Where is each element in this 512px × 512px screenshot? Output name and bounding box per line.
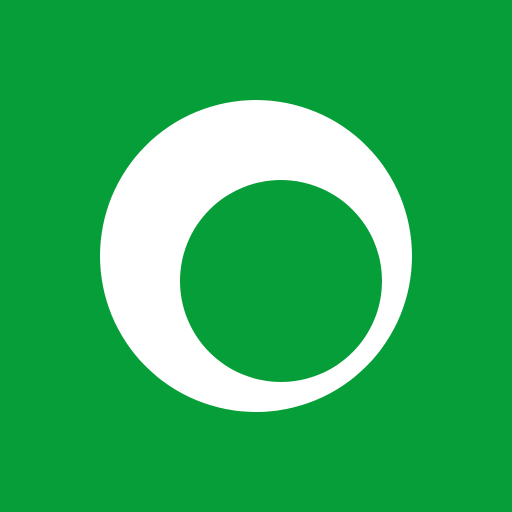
ring-emblem-icon: [0, 0, 512, 512]
canvas: [0, 0, 512, 512]
inner-disc: [180, 180, 382, 382]
